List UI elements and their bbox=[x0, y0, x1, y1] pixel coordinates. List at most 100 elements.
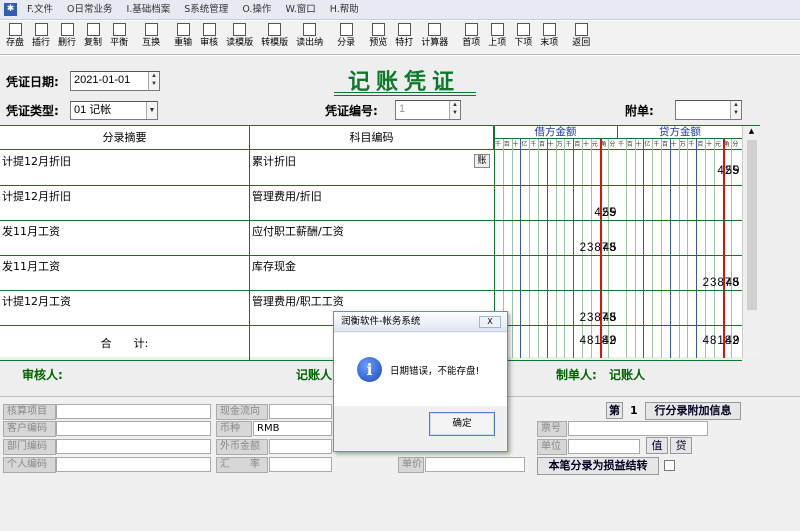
toolbar-return-button[interactable]: 返回 bbox=[568, 21, 594, 54]
credit-header: 贷方金额 bbox=[617, 126, 742, 139]
toolbar-label: 预览 bbox=[369, 38, 388, 48]
row-credit-cents: 59 bbox=[725, 165, 741, 177]
toolbar-reenter-button[interactable]: 重输 bbox=[170, 21, 196, 54]
toolbar-copy-button[interactable]: 复制 bbox=[80, 21, 106, 54]
toolbar-delete-row-button[interactable]: 删行 bbox=[54, 21, 80, 54]
extra-info-button[interactable]: 行分录附加信息 bbox=[645, 402, 741, 420]
toolbar-save-button[interactable]: 存盘 bbox=[2, 21, 28, 54]
row-summary[interactable]: 发11月工资 bbox=[0, 255, 250, 290]
dept-field[interactable] bbox=[56, 439, 211, 454]
entry-icon bbox=[339, 23, 353, 36]
toolbar-print-button[interactable]: 特打 bbox=[391, 21, 417, 54]
row-summary[interactable]: 发11月工资 bbox=[0, 220, 250, 255]
row-account[interactable]: 管理费用/折旧 bbox=[250, 185, 494, 220]
number-spinner[interactable]: ▲ ▼ bbox=[449, 101, 460, 119]
rate-field[interactable] bbox=[269, 457, 332, 472]
balance-icon bbox=[112, 23, 126, 36]
menu-system[interactable]: S系统管理 bbox=[177, 0, 235, 20]
close-icon[interactable]: X bbox=[479, 316, 501, 328]
digit-head: 万 bbox=[679, 141, 686, 148]
toolbar-label: 平衡 bbox=[110, 38, 129, 48]
row-summary[interactable]: 计提12月工资 bbox=[0, 290, 250, 325]
project-label: 核算项目 bbox=[3, 404, 56, 420]
audit-icon bbox=[202, 23, 216, 36]
toolbar-label: 上项 bbox=[488, 38, 507, 48]
toolbar-label: 特打 bbox=[395, 38, 414, 48]
settle-checkbox[interactable] bbox=[664, 460, 675, 471]
calculator-icon bbox=[428, 23, 442, 36]
toolbar-calculator-button[interactable]: 计算器 bbox=[417, 21, 452, 54]
total-debit-cents: 49 bbox=[602, 335, 618, 347]
number-field[interactable]: 1 ▲ ▼ bbox=[395, 100, 461, 120]
row-account[interactable]: 累计折旧 bbox=[250, 150, 494, 185]
project-field[interactable] bbox=[56, 404, 211, 419]
menu-file[interactable]: F.文件 bbox=[20, 0, 60, 20]
toolbar-read-cashier-button[interactable]: 读出纳 bbox=[292, 21, 327, 54]
attach-spinner[interactable]: ▲ ▼ bbox=[730, 101, 741, 119]
digit-head: 十 bbox=[583, 141, 590, 148]
toolbar-label: 分录 bbox=[337, 38, 356, 48]
toolbar-label: 插行 bbox=[32, 38, 51, 48]
row-summary[interactable]: 计提12月折旧 bbox=[0, 150, 250, 185]
row-account[interactable]: 库存现金 bbox=[250, 255, 494, 290]
bookkeeper-label: 记账人: bbox=[296, 368, 337, 382]
toolbar-swap-button[interactable]: 互换 bbox=[138, 21, 164, 54]
toolbar-next-button[interactable]: 下项 bbox=[510, 21, 536, 54]
scroll-thumb[interactable] bbox=[747, 140, 757, 310]
person-field[interactable] bbox=[56, 457, 211, 472]
customer-field[interactable] bbox=[56, 421, 211, 436]
toolbar-label: 读出纳 bbox=[296, 38, 324, 48]
chevron-down-icon[interactable]: ▼ bbox=[146, 102, 157, 119]
cashflow-field[interactable] bbox=[269, 404, 332, 419]
date-value: 2021-01-01 bbox=[74, 74, 131, 86]
toolbar-insert-row-button[interactable]: 插行 bbox=[28, 21, 54, 54]
toolbar-label: 下项 bbox=[514, 38, 533, 48]
currency-field[interactable]: RMB bbox=[253, 421, 332, 436]
digit-head: 百 bbox=[574, 141, 581, 148]
toolbar-label: 返回 bbox=[572, 38, 591, 48]
toolbar-last-button[interactable]: 末项 bbox=[536, 21, 562, 54]
date-spinner[interactable]: ▲ ▼ bbox=[148, 72, 159, 90]
grid-scrollbar[interactable]: ▲ bbox=[742, 126, 760, 358]
ok-button[interactable]: 确定 bbox=[429, 412, 495, 436]
digit-head: 千 bbox=[688, 141, 695, 148]
ticket-field[interactable] bbox=[568, 421, 708, 436]
inv-button[interactable]: 贷 bbox=[670, 437, 692, 454]
menu-window[interactable]: W.窗口 bbox=[278, 0, 322, 20]
menu-daily[interactable]: O日常业务 bbox=[60, 0, 119, 20]
prev-icon bbox=[490, 23, 504, 36]
toolbar-label: 复制 bbox=[84, 38, 103, 48]
row-summary[interactable]: 计提12月折旧 bbox=[0, 185, 250, 220]
unit-field[interactable] bbox=[568, 439, 640, 454]
toolbar-prev-button[interactable]: 上项 bbox=[484, 21, 510, 54]
toolbar-audit-button[interactable]: 审核 bbox=[196, 21, 222, 54]
menu-operate[interactable]: O.操作 bbox=[235, 0, 278, 20]
currency-label: 币种 bbox=[216, 421, 252, 437]
toolbar-label: 存盘 bbox=[6, 38, 25, 48]
toolbar-first-button[interactable]: 首项 bbox=[458, 21, 484, 54]
toolbar-read-template-button[interactable]: 读模版 bbox=[222, 21, 257, 54]
row-account[interactable]: 应付职工薪酬/工资 bbox=[250, 220, 494, 255]
price-field[interactable] bbox=[425, 457, 525, 472]
digit-head: 千 bbox=[495, 141, 502, 148]
swap-icon bbox=[144, 23, 158, 36]
toolbar-balance-button[interactable]: 平衡 bbox=[106, 21, 132, 54]
type-value: 01 记帐 bbox=[74, 104, 112, 116]
type-select[interactable]: 01 记帐 ▼ bbox=[70, 101, 158, 120]
qty-button[interactable]: 值 bbox=[646, 437, 668, 454]
foreign-amount-field[interactable] bbox=[269, 439, 332, 454]
settle-button[interactable]: 本笔分录为损益结转 bbox=[537, 457, 659, 475]
menu-bar: ✱ F.文件 O日常业务 I.基础档案 S系统管理 O.操作 W.窗口 H.帮助 bbox=[0, 0, 800, 20]
date-field[interactable]: 2021-01-01 ▲ ▼ bbox=[70, 71, 160, 91]
ledger-button[interactable]: 账 bbox=[474, 154, 490, 168]
menu-basic[interactable]: I.基础档案 bbox=[119, 0, 177, 20]
number-value: 1 bbox=[399, 103, 406, 115]
digit-head: 百 bbox=[697, 141, 704, 148]
menu-help[interactable]: H.帮助 bbox=[323, 0, 366, 20]
title-underline-2 bbox=[334, 95, 476, 96]
attach-field[interactable]: ▲ ▼ bbox=[675, 100, 742, 120]
toolbar-to-template-button[interactable]: 转模版 bbox=[257, 21, 292, 54]
toolbar-entry-button[interactable]: 分录 bbox=[333, 21, 359, 54]
scroll-up-icon[interactable]: ▲ bbox=[743, 126, 760, 136]
toolbar-preview-button[interactable]: 预览 bbox=[365, 21, 391, 54]
